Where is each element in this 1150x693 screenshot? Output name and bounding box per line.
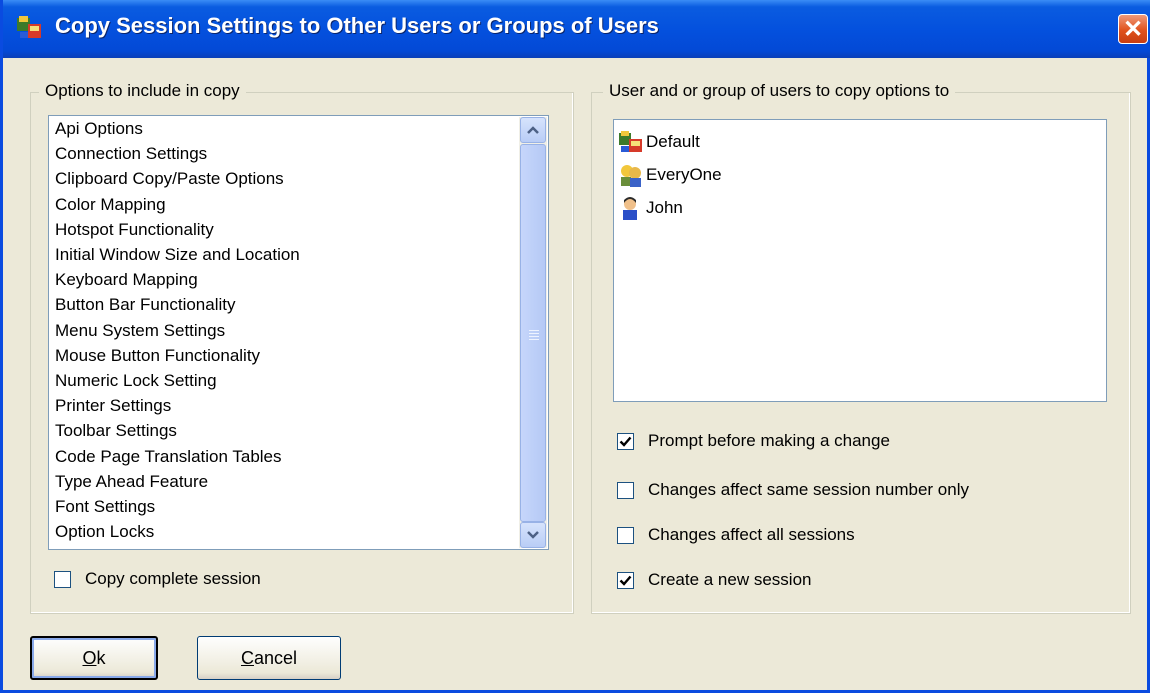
dialog-window: Copy Session Settings to Other Users or … [0, 0, 1150, 693]
list-item[interactable]: Color Mapping [55, 195, 166, 215]
options-listbox[interactable]: Api Options Connection Settings Clipboard … [48, 115, 549, 550]
same-session-only-checkbox[interactable]: Changes affect same session number only [617, 480, 969, 500]
list-item[interactable]: Menu System Settings [55, 321, 225, 341]
list-item[interactable]: Toolbar Settings [55, 421, 177, 441]
list-item[interactable]: Button Bar Functionality [55, 295, 235, 315]
chevron-down-icon [527, 531, 539, 539]
list-item[interactable]: Code Page Translation Tables [55, 447, 282, 467]
chevron-up-icon [527, 126, 539, 134]
cancel-button[interactable]: Cancel [197, 636, 341, 680]
list-item[interactable]: Api Options [55, 119, 143, 139]
user-item-default[interactable]: Default [618, 127, 700, 157]
ok-button[interactable]: Ok [30, 636, 158, 680]
list-item[interactable]: Mouse Button Functionality [55, 346, 260, 366]
app-icon [17, 16, 41, 38]
user-icon [623, 197, 637, 220]
scroll-up-button[interactable] [520, 117, 546, 143]
list-item[interactable]: Initial Window Size and Location [55, 245, 300, 265]
checkbox-label: Changes affect same session number only [648, 480, 969, 499]
users-group-legend: User and or group of users to copy optio… [603, 81, 956, 101]
list-item[interactable]: Connection Settings [55, 144, 207, 164]
prompt-before-change-checkbox[interactable]: Prompt before making a change [617, 431, 890, 451]
cancel-accelerator: C [240, 647, 254, 668]
ok-accelerator: O [82, 647, 97, 668]
list-item[interactable]: Type Ahead Feature [55, 472, 208, 492]
checkbox-box[interactable] [617, 481, 634, 499]
group-default-icon [619, 131, 642, 152]
close-button[interactable]: ✕ [1118, 14, 1148, 44]
list-item[interactable]: Hotspot Functionality [55, 220, 214, 240]
checkbox-box[interactable] [617, 432, 634, 450]
options-scrollbar[interactable] [519, 117, 547, 548]
checkbox-label: Changes affect all sessions [648, 525, 855, 544]
list-item[interactable]: Clipboard Copy/Paste Options [55, 169, 284, 189]
user-name: Default [646, 132, 700, 151]
copy-complete-session-checkbox[interactable]: Copy complete session [54, 569, 261, 589]
cancel-label: ancel [253, 647, 298, 668]
checkbox-label: Create a new session [648, 570, 812, 589]
list-item[interactable]: Keyboard Mapping [55, 270, 198, 290]
checkbox-label: Prompt before making a change [648, 431, 890, 450]
copy-complete-session-label: Copy complete session [85, 569, 261, 588]
all-sessions-checkbox[interactable]: Changes affect all sessions [617, 525, 855, 545]
checkbox-box[interactable] [617, 526, 634, 544]
scroll-thumb[interactable] [520, 144, 546, 522]
options-group-legend: Options to include in copy [39, 81, 246, 101]
close-icon: ✕ [1122, 15, 1144, 43]
list-item[interactable]: Option Locks [55, 522, 154, 542]
checkmark-icon [619, 436, 632, 447]
user-item-john[interactable]: John [618, 193, 683, 223]
checkmark-icon [619, 575, 632, 586]
user-item-everyone[interactable]: EveryOne [618, 160, 722, 190]
checkbox-box[interactable] [54, 570, 71, 588]
window-title: Copy Session Settings to Other Users or … [55, 13, 659, 38]
user-name: EveryOne [646, 165, 722, 184]
scroll-down-button[interactable] [520, 522, 546, 548]
checkbox-box[interactable] [617, 571, 634, 589]
users-listbox[interactable]: Default EveryOne John [613, 119, 1107, 402]
create-new-session-checkbox[interactable]: Create a new session [617, 570, 811, 590]
user-name: John [646, 198, 683, 217]
title-bar[interactable]: Copy Session Settings to Other Users or … [3, 0, 1150, 58]
list-item[interactable]: Printer Settings [55, 396, 171, 416]
ok-label: k [96, 647, 106, 668]
list-item[interactable]: Font Settings [55, 497, 155, 517]
list-item[interactable]: Numeric Lock Setting [55, 371, 217, 391]
everyone-group-icon [621, 165, 641, 187]
